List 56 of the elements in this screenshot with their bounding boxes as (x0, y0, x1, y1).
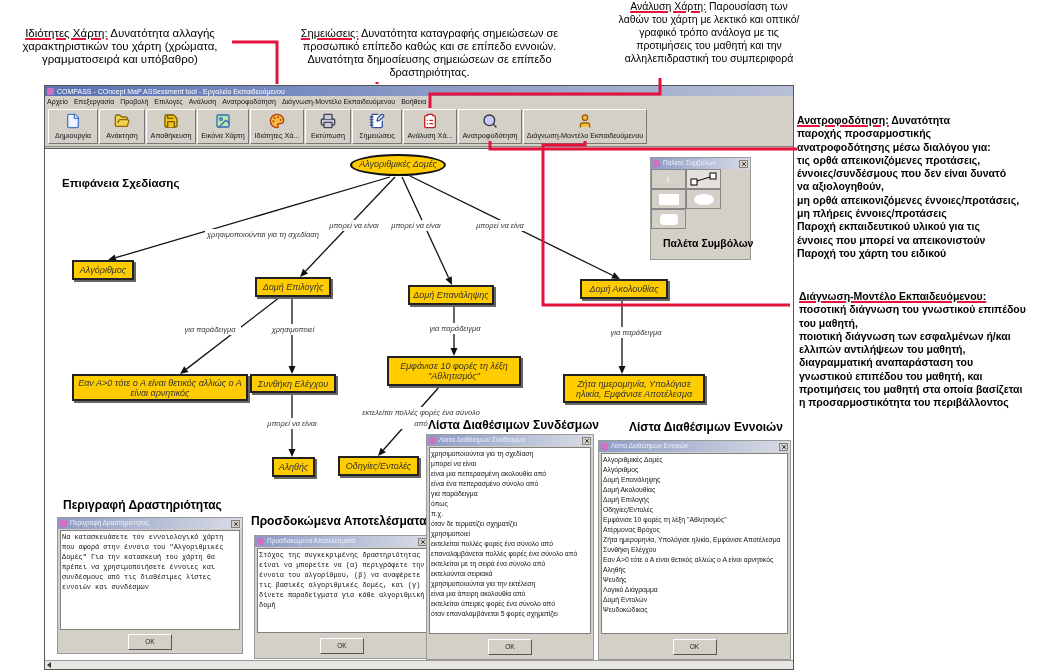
page-icon (65, 113, 81, 130)
concept-box[interactable]: Αληθής (272, 457, 315, 477)
picture-icon (215, 113, 231, 130)
close-button[interactable] (231, 519, 240, 528)
close-icon (232, 520, 239, 527)
folder-icon (114, 113, 130, 130)
rectangle-icon (658, 193, 679, 205)
close-icon (583, 437, 590, 444)
ellipse-icon (693, 193, 714, 205)
app-icon (653, 160, 660, 167)
annotation-text: Ανατροφοδότηση: Δυνατότητα παροχής προσαρμοστικής ανατροφοδότησης μέσω διαλόγου για: τις ορθά απεικονιζόμενες προτάσεις, έννοιες/συνδέσμους που δεν είναι δυνατό να αξιολογηθούν, μη ορθά απεικονιζόμενες έννοιες/προτάσεις, μη πλήρεις έννοιες/προτάσεις Παροχή εκπαιδευτικού υλικού για τις έννοιες που μπορεί να απεικονιστούν Παροχή του χάρτη του ειδικού (797, 114, 1020, 261)
concept-box[interactable]: Εαν Α>0 τότε ο Α είναι θετικός αλλιώς ο Α είναι αρνητικός (72, 374, 248, 401)
document-icon (422, 113, 438, 130)
figure-icon (577, 113, 593, 130)
annotation-text: Σημειώσεις: Δυνατότητα καταγραφής σημειώσεων σε προσωπικό επίπεδο καθώς και σε επίπεδο εννοιών. Δυνατότητα δημοσίευσης σημειώσεων σε επίπεδο δραστηριότητας. (299, 27, 560, 79)
annotation-text: Ανάλυση Χάρτη: Παρουσίαση των λαθών του χάρτη με λεκτικό και οπτικό/γραφικό τρόπο ανάλογα με τις προτιμήσεις του μαθητή και την αλληλεπιδραστική του συμπεριφορά (617, 0, 801, 65)
close-icon (740, 160, 747, 167)
dialog-caption: Περιγραφή Δραστηριότητας (63, 499, 222, 511)
concept-box[interactable]: Οδηγίες/Εντολές (338, 456, 419, 476)
concept-box[interactable]: Εμφάνισε 10 φορές τη λέξη "Αθλητισμός" (387, 356, 521, 386)
close-button[interactable] (739, 159, 748, 168)
concept-box[interactable]: Δομή Επανάληψης (408, 285, 494, 305)
connector-icon (689, 172, 718, 186)
concept-box[interactable]: Αλγόριθμος (72, 260, 134, 280)
concept-box[interactable]: Δομή Επιλογής (255, 277, 331, 297)
dialog-caption: Λίστα Διαθέσιμων Συνδέσμων (428, 419, 599, 431)
dialog-caption: Λίστα Διαθέσιμων Εννοιών (629, 421, 783, 433)
printer-icon (320, 113, 336, 130)
app-icon (47, 87, 54, 95)
palette-icon (269, 113, 285, 130)
text-area[interactable] (60, 530, 240, 630)
concept-box[interactable]: Ζήτα ημερομηνία, Υπολόγισε ηλικία, Εμφάνισε Αποτέλεσμα (563, 374, 705, 403)
canvas-label: Επιφάνεια Σχεδίασης (62, 178, 180, 190)
app-icon (601, 443, 608, 450)
pointer-icon (665, 174, 672, 184)
annotation-text: Διάγνωση-Μοντέλο Εκπαιδευόμενου: ποσοτική διάγνωση του γνωστικού επιπέδου του μαθητή, ποιοτική διάγνωση των εσφαλμένων ή/και ελλιπών αντιλήψεων του μαθητή, διαγραμματική αναπαράσταση του γνωστικού επιπέδου του μαθητή, και προτιμήσεις του μαθητή στα οποία βασίζεται η προσαρμοστικότητα του περιβάλλοντος (799, 290, 1026, 410)
close-button[interactable] (582, 436, 591, 445)
search-icon (482, 113, 498, 130)
concept-ellipse[interactable]: Αλγοριθμικές Δομές (350, 154, 446, 176)
leader-line (375, 82, 379, 84)
app-icon (429, 437, 436, 444)
close-icon (780, 443, 787, 450)
close-icon (419, 538, 426, 545)
app-icon (60, 520, 67, 527)
text-area[interactable] (257, 548, 427, 633)
dialog-caption: Προσδοκώμενα Αποτελέσματα (251, 515, 427, 527)
palette-tool[interactable] (686, 169, 721, 189)
scroll-left-arrow-icon (47, 662, 51, 668)
annotation-text: Ιδιότητες Χάρτη: Δυνατότητα αλλαγής χαρακτηριστικών του χάρτη (χρώματα, γραμματοσειρά και υπόβαθρο) (21, 27, 219, 66)
concept-box[interactable]: Συνθήκη Ελέγχου (250, 374, 336, 393)
horizontal-scrollbar[interactable] (45, 660, 793, 669)
close-button[interactable] (779, 442, 788, 451)
app-icon (257, 538, 264, 545)
leader-line (232, 40, 279, 84)
concept-box[interactable]: Δομή Ακολουθίας (580, 279, 668, 299)
notepad-icon (369, 113, 385, 130)
